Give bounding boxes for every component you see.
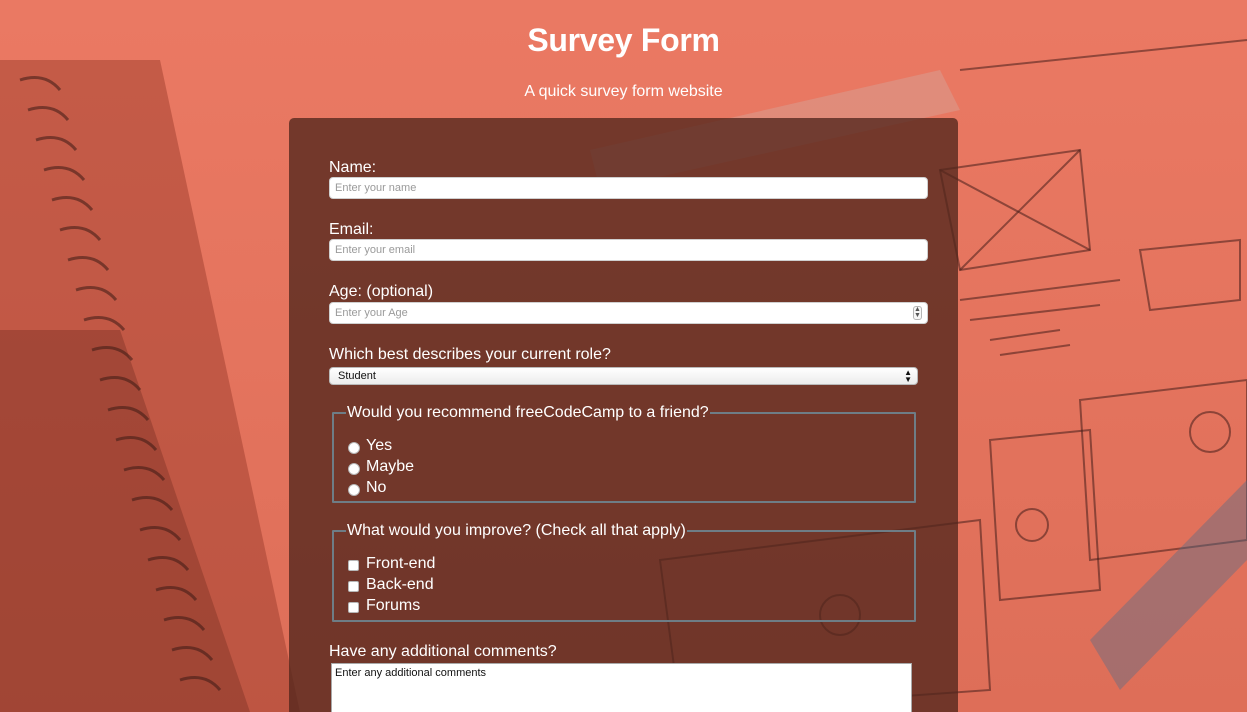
page-title: Survey Form: [527, 22, 720, 58]
radio-label: No: [366, 479, 387, 496]
radio-option-no[interactable]: No: [348, 479, 386, 497]
checkbox-label: Forums: [366, 597, 421, 614]
age-field: ▲▼: [329, 302, 928, 324]
email-input[interactable]: [329, 239, 928, 261]
checkbox-option-forums[interactable]: Forums: [348, 597, 420, 615]
age-input[interactable]: [329, 302, 928, 324]
checkbox[interactable]: [348, 581, 359, 592]
radio-option-yes[interactable]: Yes: [348, 437, 392, 455]
role-dropdown-value: Student: [338, 370, 376, 382]
comments-label: Have any additional comments?: [329, 643, 557, 660]
role-dropdown[interactable]: Student ▲ ▼: [329, 367, 918, 385]
role-label: Which best describes your current role?: [329, 346, 611, 363]
checkbox[interactable]: [348, 560, 359, 571]
checkbox-label: Front-end: [366, 555, 436, 572]
comments-textarea[interactable]: Enter any additional comments: [331, 663, 912, 712]
recommend-legend: Would you recommend freeCodeCamp to a fr…: [347, 404, 709, 421]
radio-button[interactable]: [348, 441, 360, 454]
dropdown-arrows-icon: ▲ ▼: [904, 368, 912, 384]
improve-legend: What would you improve? (Check all that …: [347, 522, 686, 539]
checkbox-label: Back-end: [366, 576, 434, 593]
recommend-fieldset: Would you recommend freeCodeCamp to a fr…: [332, 405, 916, 503]
age-label: Age: (optional): [329, 283, 434, 300]
name-label: Name:: [329, 159, 377, 176]
checkbox-option-back-end[interactable]: Back-end: [348, 576, 434, 594]
email-label: Email:: [329, 221, 374, 238]
radio-label: Yes: [366, 437, 393, 454]
comments-placeholder: Enter any additional comments: [335, 667, 487, 679]
name-input[interactable]: [329, 177, 928, 199]
checkbox[interactable]: [348, 602, 359, 613]
improve-fieldset: What would you improve? (Check all that …: [332, 523, 916, 622]
radio-button[interactable]: [348, 462, 360, 475]
survey-form: Name: Email: Age: (optional) ▲▼ Which be…: [289, 118, 958, 712]
radio-option-maybe[interactable]: Maybe: [348, 458, 414, 476]
radio-label: Maybe: [366, 458, 415, 475]
radio-button[interactable]: [348, 483, 360, 496]
page-description: A quick survey form website: [524, 83, 723, 100]
number-spinner-icon[interactable]: ▲ ▼: [913, 306, 922, 320]
checkbox-option-front-end[interactable]: Front-end: [348, 555, 435, 573]
